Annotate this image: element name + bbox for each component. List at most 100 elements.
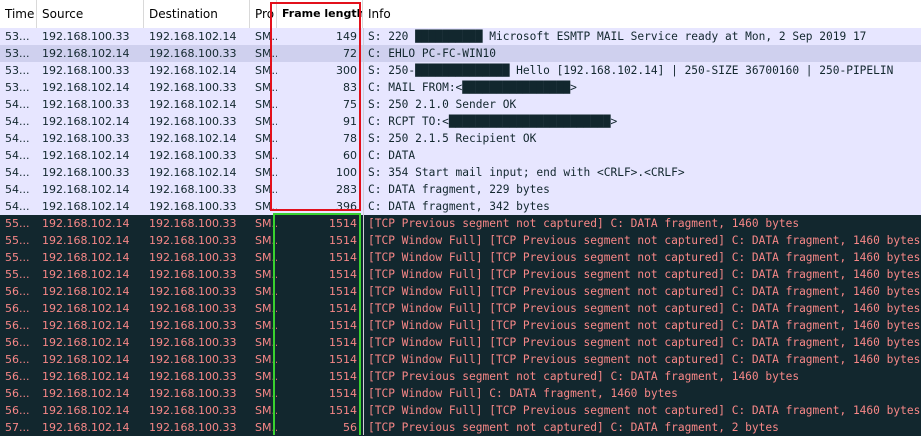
- packet-row[interactable]: 56...192.168.102.14192.168.100.33SM...15…: [0, 402, 921, 419]
- cell-info: [TCP Previous segment not captured] C: D…: [368, 217, 800, 230]
- cell-source: 192.168.102.14: [42, 353, 130, 366]
- cell-time: 53...: [5, 64, 30, 77]
- packet-row[interactable]: 56...192.168.102.14192.168.100.33SM...15…: [0, 283, 921, 300]
- cell-source: 192.168.102.14: [42, 387, 130, 400]
- cell-destination: 192.168.102.14: [149, 166, 237, 179]
- cell-time: 56...: [5, 285, 30, 298]
- cell-source: 192.168.102.14: [42, 251, 130, 264]
- cell-source: 192.168.100.33: [42, 98, 130, 111]
- cell-destination: 192.168.100.33: [149, 200, 237, 213]
- cell-source: 192.168.102.14: [42, 302, 130, 315]
- packet-row[interactable]: 53...192.168.100.33192.168.102.14SM...14…: [0, 28, 921, 45]
- cell-info: [TCP Window Full] [TCP Previous segment …: [368, 234, 921, 247]
- cell-source: 192.168.102.14: [42, 336, 130, 349]
- column-header-info[interactable]: Info: [363, 0, 921, 28]
- cell-time: 56...: [5, 404, 30, 417]
- cell-info: S: 250 2.1.5 Recipient OK: [368, 132, 537, 145]
- packet-row[interactable]: 56...192.168.102.14192.168.100.33SM...15…: [0, 351, 921, 368]
- cell-destination: 192.168.100.33: [149, 353, 237, 366]
- packet-row[interactable]: 54...192.168.102.14192.168.100.33SM...60…: [0, 147, 921, 164]
- cell-info: C: EHLO PC-FC-WIN10: [368, 47, 496, 60]
- cell-info: [TCP Window Full] [TCP Previous segment …: [368, 353, 921, 366]
- packet-row[interactable]: 54...192.168.100.33192.168.102.14SM...78…: [0, 130, 921, 147]
- cell-time: 54...: [5, 166, 30, 179]
- cell-destination: 192.168.100.33: [149, 217, 237, 230]
- packet-row[interactable]: 53...192.168.100.33192.168.102.14SM...30…: [0, 62, 921, 79]
- cell-destination: 192.168.100.33: [149, 47, 237, 60]
- cell-destination: 192.168.100.33: [149, 234, 237, 247]
- column-header-bar: Time Source Destination Pro Frame length…: [0, 0, 921, 29]
- cell-source: 192.168.100.33: [42, 166, 130, 179]
- packet-row[interactable]: 54...192.168.102.14192.168.100.33SM...28…: [0, 181, 921, 198]
- cell-destination: 192.168.102.14: [149, 98, 237, 111]
- packet-row[interactable]: 56...192.168.102.14192.168.100.33SM...15…: [0, 368, 921, 385]
- cell-source: 192.168.100.33: [42, 132, 130, 145]
- cell-time: 55...: [5, 251, 30, 264]
- cell-time: 55...: [5, 268, 30, 281]
- cell-source: 192.168.102.14: [42, 285, 130, 298]
- cell-time: 56...: [5, 370, 30, 383]
- packet-row[interactable]: 53...192.168.102.14192.168.100.33SM...72…: [0, 45, 921, 62]
- cell-time: 56...: [5, 302, 30, 315]
- cell-info: C: MAIL FROM:<████████████████>: [368, 81, 577, 94]
- cell-info: C: RCPT TO:<████████████████████████>: [368, 115, 618, 128]
- cell-destination: 192.168.100.33: [149, 404, 237, 417]
- cell-destination: 192.168.102.14: [149, 30, 237, 43]
- packet-row[interactable]: 56...192.168.102.14192.168.100.33SM...15…: [0, 385, 921, 402]
- cell-source: 192.168.102.14: [42, 183, 130, 196]
- packet-row[interactable]: 57...192.168.102.14192.168.100.33SM...56…: [0, 419, 921, 436]
- cell-time: 56...: [5, 336, 30, 349]
- cell-info: [TCP Window Full] [TCP Previous segment …: [368, 285, 921, 298]
- cell-info: [TCP Window Full] [TCP Previous segment …: [368, 268, 921, 281]
- cell-destination: 192.168.102.14: [149, 132, 237, 145]
- frame-length-highlight-red: [270, 2, 361, 211]
- cell-info: [TCP Window Full] [TCP Previous segment …: [368, 336, 921, 349]
- packet-row[interactable]: 56...192.168.102.14192.168.100.33SM...15…: [0, 300, 921, 317]
- cell-destination: 192.168.100.33: [149, 81, 237, 94]
- packet-row[interactable]: 54...192.168.100.33192.168.102.14SM...10…: [0, 164, 921, 181]
- packet-row[interactable]: 56...192.168.102.14192.168.100.33SM...15…: [0, 317, 921, 334]
- cell-source: 192.168.102.14: [42, 149, 130, 162]
- cell-info: [TCP Window Full] [TCP Previous segment …: [368, 404, 921, 417]
- cell-time: 57...: [5, 421, 30, 434]
- info-column-divider: [363, 28, 364, 435]
- cell-source: 192.168.102.14: [42, 319, 130, 332]
- packet-row[interactable]: 55...192.168.102.14192.168.100.33SM...15…: [0, 249, 921, 266]
- cell-time: 53...: [5, 81, 30, 94]
- packet-row[interactable]: 54...192.168.102.14192.168.100.33SM...39…: [0, 198, 921, 215]
- cell-info: C: DATA fragment, 342 bytes: [368, 200, 550, 213]
- cell-info: S: 250-██████████████ Hello [192.168.102…: [368, 64, 894, 77]
- cell-info: [TCP Window Full] [TCP Previous segment …: [368, 319, 921, 332]
- cell-destination: 192.168.100.33: [149, 115, 237, 128]
- cell-time: 54...: [5, 115, 30, 128]
- column-header-destination[interactable]: Destination: [144, 0, 250, 28]
- cell-source: 192.168.102.14: [42, 234, 130, 247]
- packet-row[interactable]: 55...192.168.102.14192.168.100.33SM...15…: [0, 266, 921, 283]
- cell-time: 54...: [5, 149, 30, 162]
- column-header-source[interactable]: Source: [37, 0, 144, 28]
- cell-time: 55...: [5, 217, 30, 230]
- packet-row[interactable]: 54...192.168.100.33192.168.102.14SM...75…: [0, 96, 921, 113]
- packet-row[interactable]: 55...192.168.102.14192.168.100.33SM...15…: [0, 232, 921, 249]
- packet-row[interactable]: 53...192.168.102.14192.168.100.33SM...83…: [0, 79, 921, 96]
- packet-row[interactable]: 56...192.168.102.14192.168.100.33SM...15…: [0, 334, 921, 351]
- cell-destination: 192.168.100.33: [149, 285, 237, 298]
- cell-info: [TCP Window Full] C: DATA fragment, 1460…: [368, 387, 678, 400]
- cell-destination: 192.168.100.33: [149, 387, 237, 400]
- cell-time: 54...: [5, 200, 30, 213]
- column-header-time[interactable]: Time: [0, 0, 37, 28]
- cell-source: 192.168.102.14: [42, 268, 130, 281]
- cell-destination: 192.168.100.33: [149, 251, 237, 264]
- cell-destination: 192.168.100.33: [149, 183, 237, 196]
- cell-destination: 192.168.100.33: [149, 421, 237, 434]
- cell-info: C: DATA fragment, 229 bytes: [368, 183, 550, 196]
- packet-row[interactable]: 54...192.168.102.14192.168.100.33SM...91…: [0, 113, 921, 130]
- frame-length-highlight-green: [273, 213, 361, 435]
- packet-row[interactable]: 55...192.168.102.14192.168.100.33SM...15…: [0, 215, 921, 232]
- cell-info: S: 220 ██████████ Microsoft ESMTP MAIL S…: [368, 30, 867, 43]
- cell-info: C: DATA: [368, 149, 416, 162]
- cell-info: [TCP Previous segment not captured] C: D…: [368, 370, 800, 383]
- cell-destination: 192.168.100.33: [149, 336, 237, 349]
- cell-info: [TCP Window Full] [TCP Previous segment …: [368, 251, 921, 264]
- cell-source: 192.168.100.33: [42, 30, 130, 43]
